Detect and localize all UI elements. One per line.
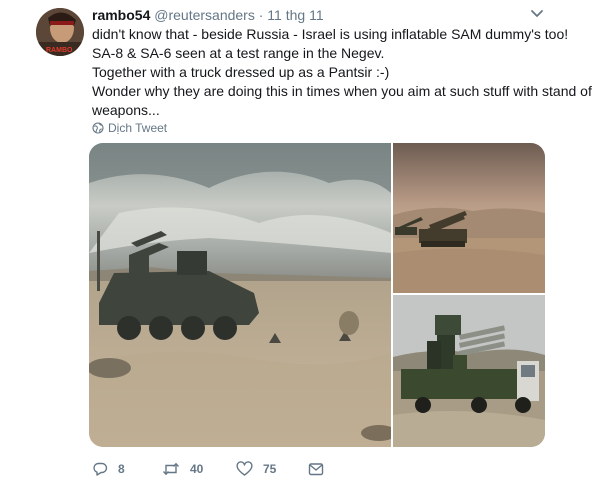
- retweet-icon: [162, 462, 180, 476]
- tweet-text-line: SA-8 & SA-6 seen at a test range in the …: [92, 45, 385, 61]
- reply-icon: [93, 462, 108, 476]
- tweet-text-line: didn't know that - beside Russia - Israe…: [92, 26, 569, 42]
- like-count: 75: [263, 462, 277, 476]
- tweet-text-line: Together with a truck dressed up as a Pa…: [92, 64, 390, 80]
- tweet-timestamp[interactable]: 11 thg 11: [267, 7, 323, 23]
- reply-count: 8: [118, 462, 125, 476]
- user-handle[interactable]: @reutersanders: [154, 7, 255, 23]
- photo-pantsir-truck[interactable]: [393, 295, 545, 447]
- chevron-down-icon: [531, 10, 543, 17]
- photo-sa6-dummies[interactable]: [393, 143, 545, 293]
- retweet-count: 40: [190, 462, 204, 476]
- retweet-button[interactable]: 40: [162, 459, 203, 479]
- translate-label: Dịch Tweet: [108, 121, 168, 135]
- tweet-text-line: Wonder why they are doing this in times …: [92, 83, 592, 99]
- avatar[interactable]: RAMBO: [36, 8, 84, 56]
- photo-sa8-dummy[interactable]: [89, 143, 391, 447]
- tweet-header: rambo54 @reutersanders · 11 thg 11: [92, 6, 562, 25]
- globe-icon: [92, 122, 104, 134]
- share-icon: [308, 463, 324, 476]
- like-icon: [236, 461, 253, 476]
- like-button[interactable]: 75: [236, 459, 276, 479]
- media-grid: [89, 143, 545, 447]
- translate-tweet-link[interactable]: Dịch Tweet: [92, 120, 167, 136]
- share-button[interactable]: [308, 459, 324, 479]
- more-options-button[interactable]: [528, 7, 546, 21]
- avatar-image: RAMBO: [36, 8, 84, 56]
- tweet-text: didn't know that - beside Russia - Israe…: [92, 25, 592, 120]
- tweet-text-line: weapons...: [92, 102, 160, 118]
- separator-dot: ·: [258, 7, 264, 23]
- reply-button[interactable]: 8: [92, 459, 125, 479]
- avatar-logo-text: RAMBO: [46, 47, 73, 54]
- display-name[interactable]: rambo54: [92, 7, 150, 23]
